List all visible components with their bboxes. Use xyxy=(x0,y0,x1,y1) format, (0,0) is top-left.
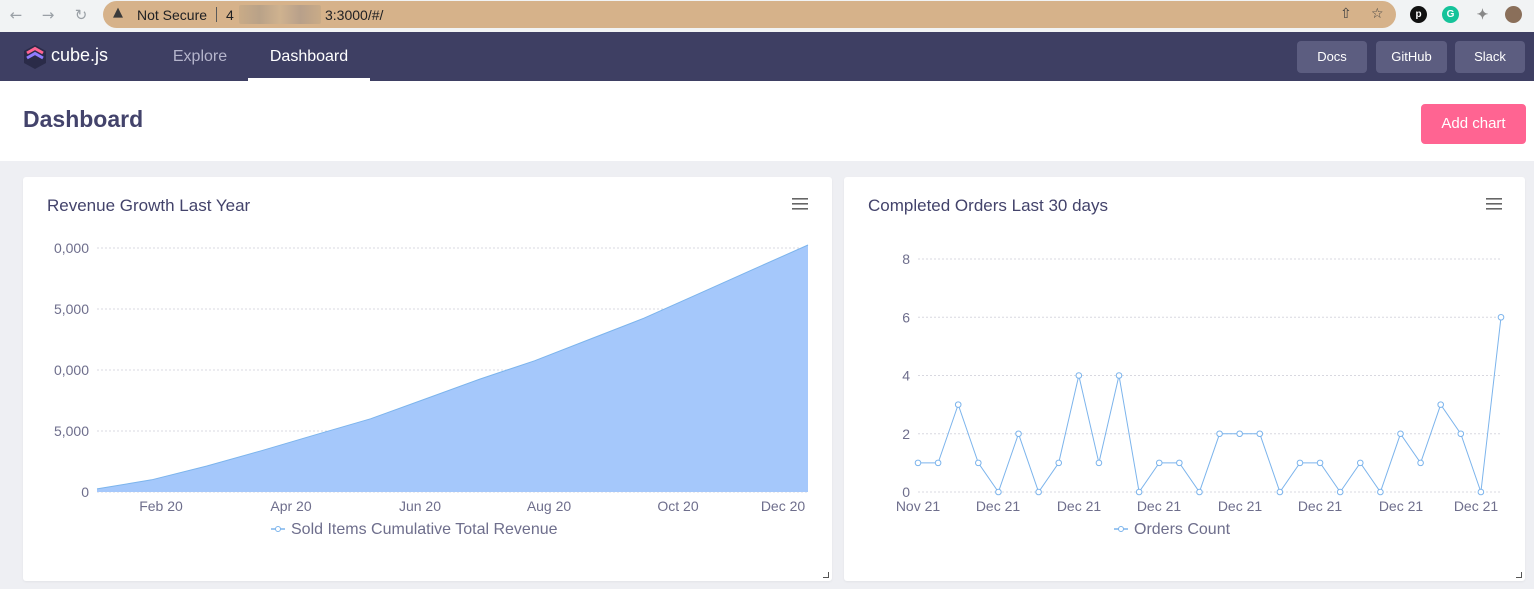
x-tick-label: Dec 21 xyxy=(1137,498,1182,514)
reload-icon[interactable]: ↻ xyxy=(69,3,93,27)
back-arrow-icon[interactable]: ← xyxy=(4,3,28,27)
data-point xyxy=(1115,372,1123,379)
app-header: cube.js Explore Dashboard Docs GitHub Sl… xyxy=(0,32,1534,81)
data-point xyxy=(1296,459,1304,467)
grammarly-icon[interactable]: G xyxy=(1442,6,1459,23)
redacted-url-segment xyxy=(239,5,321,24)
data-point xyxy=(1256,430,1264,438)
bookmark-star-icon[interactable]: ☆ xyxy=(1371,6,1384,22)
y-tick-label: 6 xyxy=(902,309,910,325)
page-title: Dashboard xyxy=(23,106,144,132)
data-point xyxy=(1477,488,1485,496)
data-point xyxy=(1497,313,1505,321)
data-point xyxy=(1135,488,1143,496)
github-button[interactable]: GitHub xyxy=(1376,41,1447,73)
cubejs-logo-icon xyxy=(24,45,46,69)
data-point xyxy=(1075,372,1083,379)
share-icon[interactable]: ⇧ xyxy=(1340,6,1352,22)
warning-icon: ▲ xyxy=(113,5,123,20)
data-point xyxy=(1236,430,1243,438)
legend-marker xyxy=(1118,526,1124,532)
legend-marker xyxy=(275,526,281,532)
legend-label: Orders Count xyxy=(1134,521,1231,538)
profile-avatar-icon[interactable] xyxy=(1505,6,1522,23)
data-point xyxy=(1397,430,1404,438)
x-tick-label: Apr 20 xyxy=(270,498,311,514)
resize-handle[interactable] xyxy=(823,572,829,578)
tab-dashboard[interactable]: Dashboard xyxy=(248,32,370,81)
extension-icon[interactable]: p xyxy=(1410,6,1427,23)
data-point xyxy=(1276,488,1284,496)
data-point xyxy=(1015,430,1022,438)
y-tick-label: 5,000 xyxy=(54,301,89,317)
data-point xyxy=(1055,459,1063,467)
url-prefix: 4 xyxy=(226,7,234,23)
x-tick-label: Jun 20 xyxy=(399,498,441,514)
forward-arrow-icon[interactable]: → xyxy=(36,3,60,27)
not-secure-label: Not Secure xyxy=(137,7,208,23)
logo-text: cube.js xyxy=(51,45,109,65)
data-point xyxy=(1336,488,1344,496)
revenue-area-chart: 0 5,000 0,000 5,000 0,000 Feb 20 Apr 20 Jun 20 A… xyxy=(54,240,809,538)
resize-handle[interactable] xyxy=(1516,572,1522,578)
puzzle-extensions-icon[interactable]: ✦ xyxy=(1474,6,1491,23)
y-tick-label: 2 xyxy=(902,426,910,442)
chart-card-orders: Completed Orders Last 30 days 0 2 4 6 8 Nov 2… xyxy=(844,177,1525,581)
x-tick-label: Dec 21 xyxy=(976,498,1021,514)
data-point xyxy=(934,459,942,467)
x-tick-label: Dec 21 xyxy=(1057,498,1102,514)
x-tick-label: Dec 21 xyxy=(1298,498,1343,514)
address-divider xyxy=(216,7,217,22)
data-point xyxy=(1176,459,1183,467)
data-point xyxy=(1196,488,1203,496)
data-point xyxy=(1155,459,1163,467)
data-point xyxy=(1377,488,1384,496)
data-point xyxy=(1316,459,1324,467)
chart-card-revenue: Revenue Growth Last Year 0 5,000 0,000 5,00… xyxy=(23,177,832,581)
y-tick-label: 8 xyxy=(902,251,910,267)
data-point xyxy=(1457,430,1465,438)
orders-line-chart: 02468Nov 21 Dec 21 Dec 21 Dec 21 Dec 21 Dec 2… xyxy=(896,251,1505,538)
data-point xyxy=(914,459,922,467)
add-chart-button[interactable]: Add chart xyxy=(1421,104,1526,144)
data-point xyxy=(1216,430,1223,438)
y-tick-label: 0 xyxy=(81,484,89,500)
slack-button[interactable]: Slack xyxy=(1455,41,1525,73)
y-tick-label: 0,000 xyxy=(54,240,89,256)
data-point xyxy=(954,401,962,408)
tab-explore[interactable]: Explore xyxy=(164,32,236,81)
data-point xyxy=(1437,401,1444,408)
legend-label: Sold Items Cumulative Total Revenue xyxy=(291,521,558,538)
y-tick-label: 4 xyxy=(902,368,910,384)
data-point xyxy=(995,488,1002,496)
y-tick-label: 5,000 xyxy=(54,423,89,439)
data-point xyxy=(1095,459,1103,467)
data-point xyxy=(1417,459,1424,467)
x-tick-label: Feb 20 xyxy=(139,498,183,514)
x-tick-label: Aug 20 xyxy=(527,498,572,514)
data-point xyxy=(1356,459,1364,467)
address-bar[interactable]: ▲ Not Secure 4 3:3000/#/ ⇧ ☆ xyxy=(103,1,1396,28)
series-line xyxy=(918,317,1502,494)
x-tick-label: Nov 21 xyxy=(896,498,941,514)
x-tick-label: Dec 20 xyxy=(761,498,806,514)
y-tick-label: 0,000 xyxy=(54,362,89,378)
x-tick-label: Dec 21 xyxy=(1218,498,1263,514)
data-point xyxy=(1035,488,1042,496)
docs-button[interactable]: Docs xyxy=(1297,41,1367,73)
area-fill xyxy=(97,245,808,492)
x-tick-label: Dec 21 xyxy=(1454,498,1499,514)
browser-toolbar: ← → ↻ ▲ Not Secure 4 3:3000/#/ ⇧ ☆ p G ✦ xyxy=(0,0,1534,32)
page-header: Dashboard Add chart xyxy=(0,81,1534,161)
x-tick-label: Oct 20 xyxy=(657,498,698,514)
url-suffix: 3:3000/#/ xyxy=(325,7,384,23)
x-tick-label: Dec 21 xyxy=(1379,498,1424,514)
data-point xyxy=(975,459,982,467)
